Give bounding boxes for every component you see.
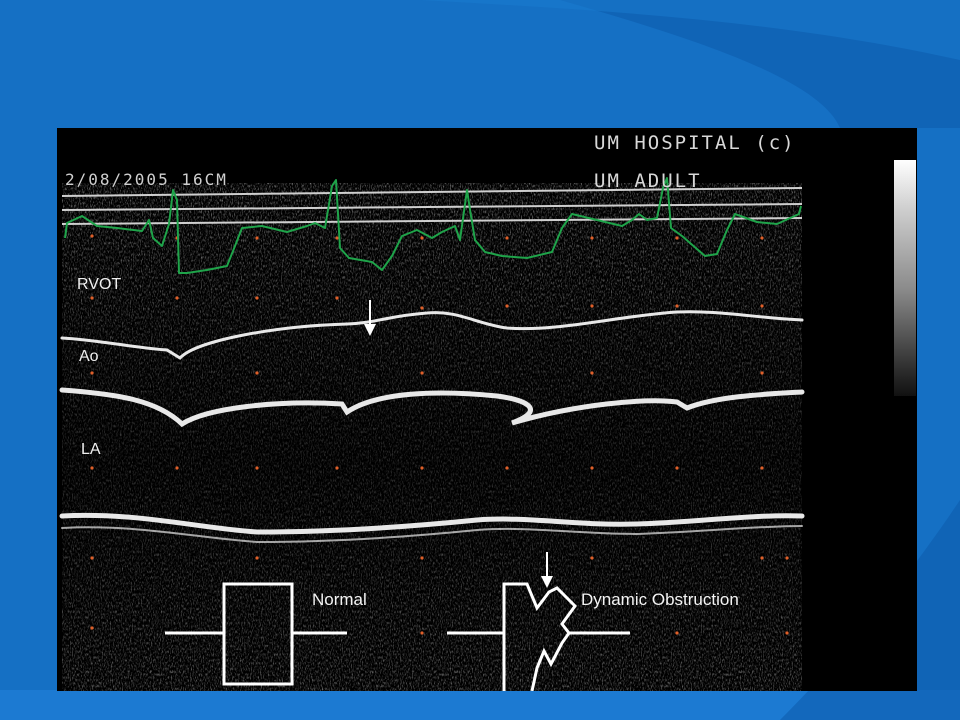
rvot-label: RVOT [77,276,122,293]
normal-caption: Normal [312,590,367,609]
hospital-label: UM HOSPITAL (c) [594,132,796,154]
grayscale-bar [894,160,916,396]
aorta-label: Ao [79,348,99,365]
date-depth-label: 2/08/2005 16CM [65,170,228,189]
echo-canvas [59,177,917,691]
mode-label: UM ADULT [594,170,702,192]
obstruction-caption: Dynamic Obstruction [581,590,739,609]
m-mode-echo-image: UM HOSPITAL (c) 2/08/2005 16CM UM ADULT … [57,128,917,691]
left-atrium-label: LA [81,441,101,458]
